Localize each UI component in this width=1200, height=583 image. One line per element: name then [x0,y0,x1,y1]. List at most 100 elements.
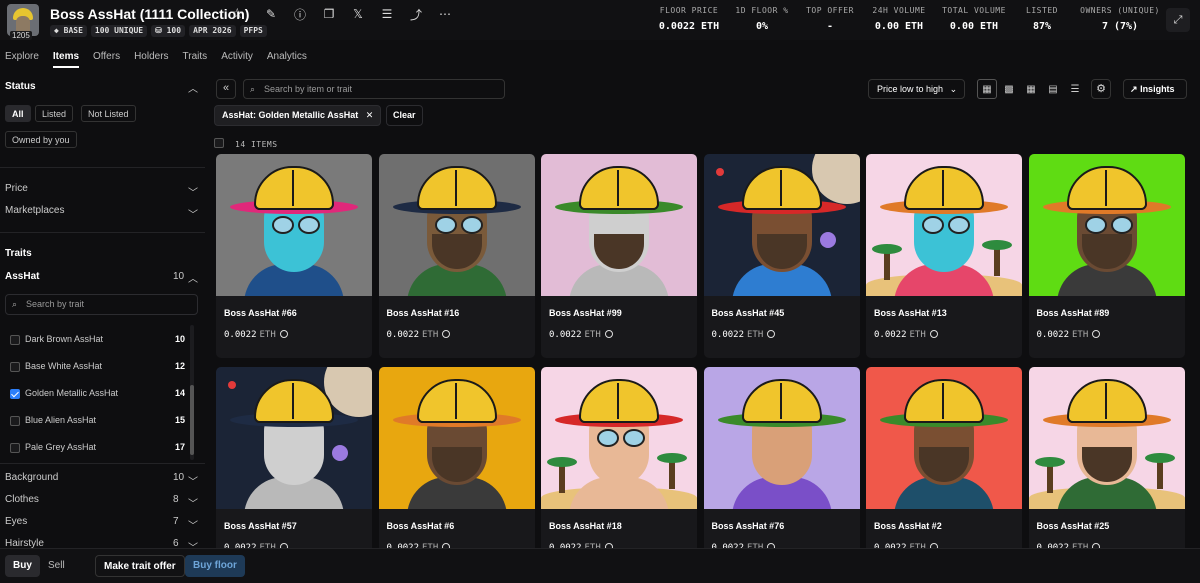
chevron-down-icon[interactable]: ﹀ [188,206,198,221]
item-card[interactable]: Boss AssHat #89 0.0022 ETH [1028,154,1185,358]
menu-icon[interactable]: ☰ [378,5,396,23]
trait-group-clothes[interactable]: Clothes [5,494,39,505]
item-search-input[interactable]: ⌕ Search by item or trait [243,79,505,99]
chevron-down-icon[interactable]: ﹀ [188,495,198,510]
chevron-down-icon[interactable]: ﹀ [188,539,198,548]
item-card[interactable]: Boss AssHat #76 0.0022 ETH [703,367,860,548]
chevron-down-icon[interactable]: ﹀ [188,473,198,488]
item-card[interactable]: Boss AssHat #57 0.0022 ETH [216,367,372,548]
trait-option[interactable]: Pale Grey AssHat 17 [10,441,185,455]
item-name[interactable]: Boss AssHat #16 [387,308,460,318]
edit-icon[interactable]: ✎ [262,5,280,23]
item-card[interactable]: Boss AssHat #2 0.0022 ETH [866,367,1022,548]
scrollbar-thumb[interactable] [190,385,194,455]
more-icon[interactable]: ⋯ [436,5,454,23]
item-image[interactable] [866,367,1022,509]
trait-checkbox[interactable] [10,362,20,372]
active-filter-chip[interactable]: AssHat: Golden Metallic AssHat ✕ [214,105,382,126]
tab-activity[interactable]: Activity [221,51,253,68]
settings-icon[interactable]: ⚙ [1091,79,1111,99]
item-image[interactable] [703,154,860,296]
item-name[interactable]: Boss AssHat #66 [224,308,297,318]
tab-holders[interactable]: Holders [134,51,168,68]
item-card[interactable]: Boss AssHat #16 0.0022 ETH [378,154,535,358]
chevron-up-icon[interactable]: ︿ [188,80,198,95]
status-all-pill[interactable]: All [5,105,31,122]
item-image[interactable] [703,367,860,509]
item-name[interactable]: Boss AssHat #57 [224,521,297,531]
trait-option[interactable]: Dark Brown AssHat 10 [10,333,185,347]
trait-option[interactable]: Base White AssHat 12 [10,360,185,374]
item-name[interactable]: Boss AssHat #25 [1037,521,1110,531]
close-icon[interactable]: ✕ [366,110,374,120]
marketplaces-filter[interactable]: Marketplaces [5,205,64,216]
item-name[interactable]: Boss AssHat #6 [387,521,455,531]
item-image[interactable] [216,154,372,296]
item-name[interactable]: Boss AssHat #76 [712,521,785,531]
insights-button[interactable]: ↗ Insights [1123,79,1187,99]
list-compact-icon[interactable]: ▤ [1043,79,1063,99]
trait-checkbox[interactable] [10,335,20,345]
copy-icon[interactable]: ❐ [320,5,338,23]
tab-analytics[interactable]: Analytics [267,51,307,68]
share-icon[interactable]: ⤴ [407,5,425,23]
item-card[interactable]: Boss AssHat #45 0.0022 ETH [703,154,860,358]
trait-list-scrollbar[interactable] [190,325,194,460]
chevron-down-icon[interactable]: ﹀ [188,184,198,199]
buy-tab[interactable]: Buy [5,555,40,577]
sort-dropdown[interactable]: Price low to high ⌄ [868,79,965,99]
item-card[interactable]: Boss AssHat #99 0.0022 ETH [541,154,697,358]
grid-medium-icon[interactable]: ▩ [999,79,1019,99]
tab-explore[interactable]: Explore [5,51,39,68]
grid-large-icon[interactable]: ▦ [977,79,997,99]
clear-filters-button[interactable]: Clear [386,105,423,126]
trait-option[interactable]: Blue Alien AssHat 15 [10,414,185,428]
expand-icon[interactable]: ⤢ [1166,8,1190,32]
status-not-listed-pill[interactable]: Not Listed [81,105,136,122]
item-card[interactable]: Boss AssHat #18 0.0022 ETH [541,367,697,548]
x-icon[interactable]: 𝕏 [349,5,367,23]
item-name[interactable]: Boss AssHat #89 [1037,308,1110,318]
item-image[interactable] [541,154,697,296]
item-name[interactable]: Boss AssHat #2 [874,521,942,531]
status-title[interactable]: Status [5,81,36,92]
sell-tab[interactable]: Sell [40,555,73,577]
list-icon[interactable]: ☰ [1065,79,1085,99]
trait-group-eyes[interactable]: Eyes [5,516,27,527]
item-image[interactable] [866,154,1022,296]
trait-checkbox[interactable] [10,389,20,399]
star-icon[interactable]: ☆ [231,5,244,22]
item-card[interactable]: Boss AssHat #13 0.0022 ETH [866,154,1022,358]
tab-traits[interactable]: Traits [183,51,208,68]
item-image[interactable] [378,154,535,296]
trait-group-asshat[interactable]: AssHat [5,271,39,282]
item-name[interactable]: Boss AssHat #13 [874,308,947,318]
trait-group-hairstyle[interactable]: Hairstyle [5,538,44,548]
item-card[interactable]: Boss AssHat #6 0.0022 ETH [378,367,535,548]
item-name[interactable]: Boss AssHat #45 [712,308,785,318]
status-listed-pill[interactable]: Listed [35,105,74,122]
item-image[interactable] [216,367,372,509]
chevron-up-icon[interactable]: ︿ [188,270,198,285]
trait-option[interactable]: Golden Metallic AssHat 14 [10,387,185,401]
buy-floor-button[interactable]: Buy floor [185,555,245,577]
tab-offers[interactable]: Offers [93,51,120,68]
owned-by-you-pill[interactable]: Owned by you [5,131,77,148]
grid-small-icon[interactable]: ▦ [1021,79,1041,99]
item-card[interactable]: Boss AssHat #66 0.0022 ETH [216,154,372,358]
item-image[interactable] [1028,154,1185,296]
info-icon[interactable]: ⓘ [291,5,309,23]
select-all-checkbox[interactable] [214,138,224,148]
collapse-sidebar-icon[interactable]: « [216,79,236,99]
item-card[interactable]: Boss AssHat #25 0.0022 ETH [1028,367,1185,548]
price-filter[interactable]: Price [5,183,28,194]
item-image[interactable] [1028,367,1185,509]
item-name[interactable]: Boss AssHat #99 [549,308,622,318]
item-image[interactable] [541,367,697,509]
make-trait-offer-button[interactable]: Make trait offer [95,555,185,577]
trait-group-background[interactable]: Background [5,472,58,483]
trait-search-input[interactable]: ⌕ Search by trait [5,294,198,315]
trait-checkbox[interactable] [10,416,20,426]
tab-items[interactable]: Items [52,51,80,68]
item-image[interactable] [378,367,535,509]
